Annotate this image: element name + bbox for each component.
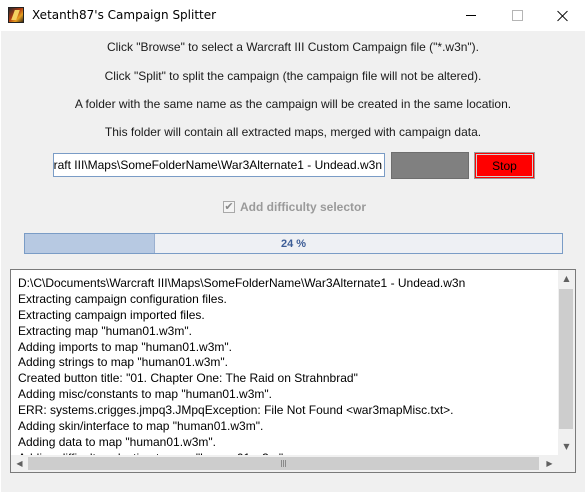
scrollbar-corner	[558, 455, 575, 472]
log-line: Extracting map "human01.w3m".	[18, 323, 192, 338]
browse-button[interactable]	[391, 152, 469, 179]
log-line: Adding strings to map "human01.w3m".	[18, 355, 228, 370]
grip-icon	[280, 460, 287, 467]
instruction-contents: This folder will contain all extracted m…	[104, 125, 482, 139]
log-line: Adding data to map "human01.w3m".	[18, 434, 216, 449]
horizontal-scrollbar[interactable]: ◀ ▶	[11, 455, 558, 472]
window-title: Xetanth87's Campaign Splitter	[32, 8, 217, 22]
stop-button[interactable]: Stop	[474, 152, 535, 179]
log-text: D:\C\Documents\Warcraft III\Maps\SomeFol…	[18, 276, 548, 456]
instruction-browse: Click "Browse" to select a Warcraft III …	[106, 40, 480, 54]
log-line: Created button title: "01. Chapter One: …	[18, 371, 358, 386]
horizontal-scroll-thumb[interactable]	[28, 457, 539, 470]
log-line: Adding misc/constants to map "human01.w3…	[18, 387, 272, 402]
close-button[interactable]	[540, 0, 586, 31]
maximize-icon	[511, 10, 523, 21]
log-line: Extracting campaign imported files.	[18, 307, 205, 322]
main-panel: Click "Browse" to select a Warcraft III …	[1, 31, 585, 492]
vertical-scroll-thumb[interactable]	[559, 289, 573, 429]
log-line: D:\C\Documents\Warcraft III\Maps\SomeFol…	[18, 276, 466, 290]
instruction-folder: A folder with the same name as the campa…	[74, 97, 512, 111]
log-line: Extracting campaign configuration files.	[18, 291, 227, 306]
log-line: Adding skin/interface to map "human01.w3…	[18, 419, 264, 434]
log-line: Adding imports to map "human01.w3m".	[18, 339, 232, 354]
campaign-path-field[interactable]: D:\C\Documents\Warcraft III\Maps\SomeFol…	[53, 153, 385, 177]
log-line: ERR: systems.crigges.jmpq3.JMpqException…	[18, 403, 454, 418]
difficulty-selector-option: ✔ Add difficulty selector	[223, 199, 366, 215]
progress-percent-text: 24 %	[280, 237, 307, 250]
maximize-button	[494, 0, 540, 31]
campaign-path-value: D:\C\Documents\Warcraft III\Maps\SomeFol…	[53, 158, 382, 172]
progress-bar: 24 %	[24, 233, 563, 254]
log-output[interactable]: D:\C\Documents\Warcraft III\Maps\SomeFol…	[10, 269, 576, 473]
title-bar[interactable]: Xetanth87's Campaign Splitter	[0, 0, 586, 31]
warcraft-app-icon	[8, 7, 24, 23]
close-icon	[557, 10, 569, 22]
difficulty-checkbox: ✔	[223, 200, 235, 213]
vertical-scrollbar[interactable]: ▲ ▼	[558, 270, 575, 455]
instruction-split: Click "Split" to split the campaign (the…	[104, 69, 482, 83]
minimize-button[interactable]	[448, 0, 494, 31]
difficulty-checkbox-label: Add difficulty selector	[240, 200, 367, 214]
scroll-down-icon[interactable]: ▼	[558, 438, 575, 455]
scroll-right-icon[interactable]: ▶	[541, 455, 558, 472]
minimize-icon	[466, 15, 476, 16]
scroll-up-icon[interactable]: ▲	[558, 270, 575, 287]
scroll-left-icon[interactable]: ◀	[11, 455, 28, 472]
